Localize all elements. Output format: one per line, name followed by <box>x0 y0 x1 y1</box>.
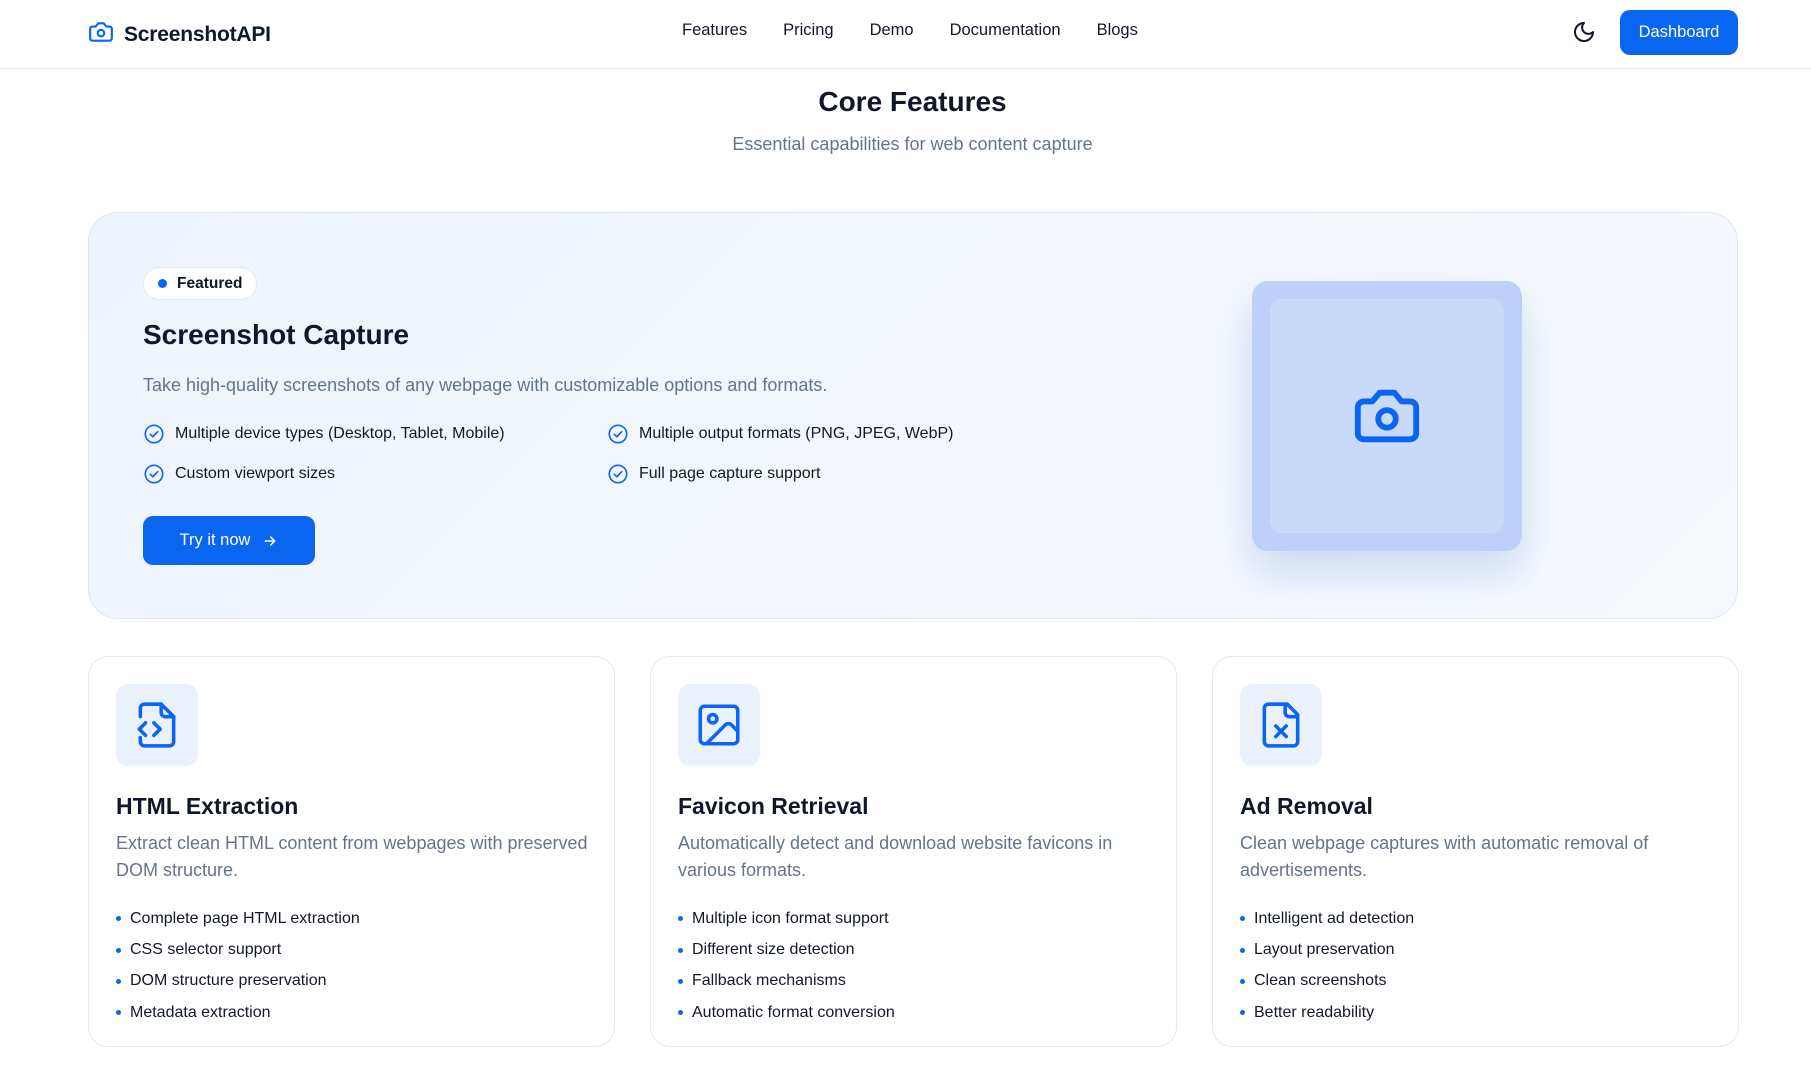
check-circle-icon <box>608 424 628 444</box>
list-item-label: Intelligent ad detection <box>1254 909 1415 927</box>
check-circle-icon <box>144 424 164 444</box>
card-title: HTML Extraction <box>116 793 299 819</box>
card-icon-container <box>678 684 760 766</box>
card-feature-list: Complete page HTML extraction CSS select… <box>116 903 360 1029</box>
list-item-label: CSS selector support <box>130 941 282 959</box>
list-item-label: Fallback mechanisms <box>692 972 846 990</box>
list-item: Different size detection <box>678 934 895 965</box>
list-item: Clean screenshots <box>1240 966 1414 997</box>
section-subtitle: Essential capabilities for web content c… <box>732 134 1093 154</box>
bullet-dot <box>116 947 121 953</box>
dashboard-button[interactable]: Dashboard <box>1620 10 1738 55</box>
main-nav: Features Pricing Demo Documentation Blog… <box>682 21 1138 40</box>
featured-feature-label: Full page capture support <box>639 465 821 482</box>
list-item: Metadata extraction <box>116 997 360 1028</box>
bullet-dot <box>116 978 121 984</box>
featured-badge: Featured <box>143 267 258 300</box>
nav-link-demo[interactable]: Demo <box>870 21 914 40</box>
bullet-dot <box>1240 1010 1245 1016</box>
featured-feature-item: Multiple device types (Desktop, Tablet, … <box>143 423 607 445</box>
try-it-now-label: Try it now <box>179 531 251 549</box>
list-item-label: Better readability <box>1254 1003 1375 1021</box>
section-title: Core Features <box>818 86 1007 117</box>
list-item: Fallback mechanisms <box>678 966 895 997</box>
nav-link-blogs[interactable]: Blogs <box>1097 21 1138 40</box>
feature-card-html-extraction: HTML Extraction Extract clean HTML conte… <box>88 656 615 1047</box>
list-item: DOM structure preservation <box>116 966 360 997</box>
card-description: Automatically detect and download websit… <box>678 833 1113 880</box>
featured-feature-label: Multiple output formats (PNG, JPEG, WebP… <box>639 425 954 442</box>
list-item: Layout preservation <box>1240 934 1414 965</box>
featured-feature-label: Multiple device types (Desktop, Tablet, … <box>175 425 505 442</box>
list-item-label: Complete page HTML extraction <box>130 909 360 927</box>
list-item: Automatic format conversion <box>678 997 895 1028</box>
nav-link-pricing[interactable]: Pricing <box>783 21 833 40</box>
check-circle-icon <box>608 464 628 484</box>
badge-dot <box>158 279 167 288</box>
featured-feature-item: Full page capture support <box>607 463 987 485</box>
bullet-dot <box>678 947 683 953</box>
list-item: Complete page HTML extraction <box>116 903 360 934</box>
file-code-icon <box>137 702 176 748</box>
list-item-label: Automatic format conversion <box>692 1003 895 1021</box>
file-x-icon <box>1262 702 1300 748</box>
list-item-label: DOM structure preservation <box>130 972 327 990</box>
featured-feature-item: Custom viewport sizes <box>143 463 607 485</box>
bullet-dot <box>678 916 683 922</box>
card-icon-container <box>116 684 198 766</box>
featured-feature-item: Multiple output formats (PNG, JPEG, WebP… <box>607 423 987 445</box>
badge-label: Featured <box>177 274 243 292</box>
check-circle-icon <box>144 464 164 484</box>
card-title: Ad Removal <box>1240 793 1373 819</box>
featured-description: Take high-quality screenshots of any web… <box>143 375 828 395</box>
theme-toggle-button[interactable] <box>1572 20 1598 46</box>
image-icon <box>698 704 740 746</box>
arrow-right-icon <box>265 535 276 546</box>
featured-title: Screenshot Capture <box>143 319 410 350</box>
card-title: Favicon Retrieval <box>678 793 869 819</box>
list-item-label: Different size detection <box>692 941 855 959</box>
bullet-dot <box>1240 978 1245 984</box>
bullet-dot <box>116 916 121 922</box>
bullet-dot <box>1240 916 1245 922</box>
featured-illustration-inner <box>1270 299 1504 533</box>
bullet-dot <box>678 978 683 984</box>
bullet-dot <box>116 1010 121 1016</box>
try-it-now-button[interactable]: Try it now <box>143 516 315 565</box>
list-item-label: Multiple icon format support <box>692 909 889 927</box>
camera-icon <box>88 19 114 50</box>
list-item-label: Clean screenshots <box>1254 972 1387 990</box>
list-item-label: Layout preservation <box>1254 941 1395 959</box>
card-feature-list: Multiple icon format support Different s… <box>678 903 895 1029</box>
list-item: Intelligent ad detection <box>1240 903 1414 934</box>
card-icon-container <box>1240 684 1322 766</box>
list-item: CSS selector support <box>116 934 360 965</box>
featured-feature-label: Custom viewport sizes <box>175 465 336 482</box>
brand-name: ScreenshotAPI <box>124 22 271 46</box>
page: ScreenshotAPI Features Pricing Demo Docu… <box>0 0 1811 1080</box>
card-feature-list: Intelligent ad detection Layout preserva… <box>1240 903 1414 1029</box>
card-description: Extract clean HTML content from webpages… <box>116 833 588 880</box>
feature-card-favicon-retrieval: Favicon Retrieval Automatically detect a… <box>650 656 1177 1047</box>
list-item-label: Metadata extraction <box>130 1003 271 1021</box>
featured-feature-list: Multiple device types (Desktop, Tablet, … <box>143 423 963 485</box>
camera-icon <box>1354 389 1420 443</box>
moon-icon <box>1572 22 1596 48</box>
bullet-dot <box>1240 947 1245 953</box>
feature-card-ad-removal: Ad Removal Clean webpage captures with a… <box>1212 656 1739 1047</box>
featured-card: Featured Screenshot Capture Take high-qu… <box>88 212 1738 619</box>
nav-link-documentation[interactable]: Documentation <box>950 21 1061 40</box>
list-item: Multiple icon format support <box>678 903 895 934</box>
list-item: Better readability <box>1240 997 1414 1028</box>
bullet-dot <box>678 1010 683 1016</box>
navbar: ScreenshotAPI Features Pricing Demo Docu… <box>0 0 1811 69</box>
brand-logo[interactable]: ScreenshotAPI <box>88 19 271 50</box>
nav-link-features[interactable]: Features <box>682 21 747 40</box>
card-description: Clean webpage captures with automatic re… <box>1240 833 1649 880</box>
